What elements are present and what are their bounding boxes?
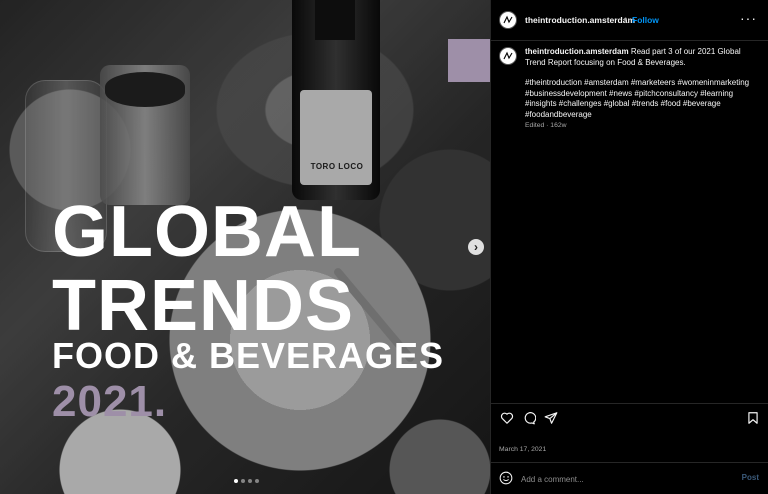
comment-bar: Post — [491, 462, 768, 494]
caption-hashtags[interactable]: #theintroduction #amsterdam #marketeers … — [525, 78, 757, 120]
emoji-icon[interactable] — [499, 471, 513, 485]
caption-username[interactable]: theintroduction.amsterdam — [525, 47, 629, 56]
post-header: theintroduction.amsterdam • Follow ··· — [491, 0, 768, 41]
headline-year: 2021. — [52, 377, 168, 426]
headline-food-beverages: FOOD & BEVERAGES — [52, 335, 445, 376]
post-username[interactable]: theintroduction.amsterdam — [525, 15, 635, 25]
avatar[interactable] — [499, 11, 517, 29]
headline-global: GLOBAL — [52, 192, 362, 272]
carousel-dot — [241, 479, 245, 483]
carousel-dots — [234, 479, 259, 483]
caption-meta: Edited · 162w — [525, 122, 567, 129]
comment-input[interactable] — [521, 472, 711, 486]
carousel-dot — [234, 479, 238, 483]
share-icon[interactable] — [543, 410, 559, 426]
more-options-icon[interactable]: ··· — [740, 10, 757, 26]
carousel-dot — [255, 479, 259, 483]
accent-block — [448, 39, 490, 82]
post-dialog: TORO LOCO GLOBAL TRENDS FOOD & BEVERAGES… — [0, 0, 768, 494]
bookmark-icon[interactable] — [745, 410, 761, 426]
heart-icon[interactable] — [499, 410, 515, 426]
post-comment-button[interactable]: Post — [742, 473, 759, 482]
follow-button[interactable]: Follow — [632, 15, 659, 25]
post-media[interactable]: TORO LOCO GLOBAL TRENDS FOOD & BEVERAGES… — [0, 0, 490, 494]
carousel-dot — [248, 479, 252, 483]
brand-logo-icon — [503, 51, 513, 60]
brand-logo-icon — [503, 15, 513, 24]
post-date[interactable]: March 17, 2021 — [499, 446, 546, 453]
headline-trends: TRENDS — [52, 266, 355, 346]
chevron-right-icon[interactable]: › — [468, 239, 484, 255]
caption-avatar[interactable] — [499, 47, 517, 65]
caption-text: theintroduction.amsterdam Read part 3 of… — [525, 47, 757, 121]
post-actions — [491, 403, 768, 433]
header-separator: • — [624, 14, 628, 24]
post-side-panel: theintroduction.amsterdam • Follow ··· t… — [490, 0, 768, 494]
comment-icon[interactable] — [521, 410, 537, 426]
